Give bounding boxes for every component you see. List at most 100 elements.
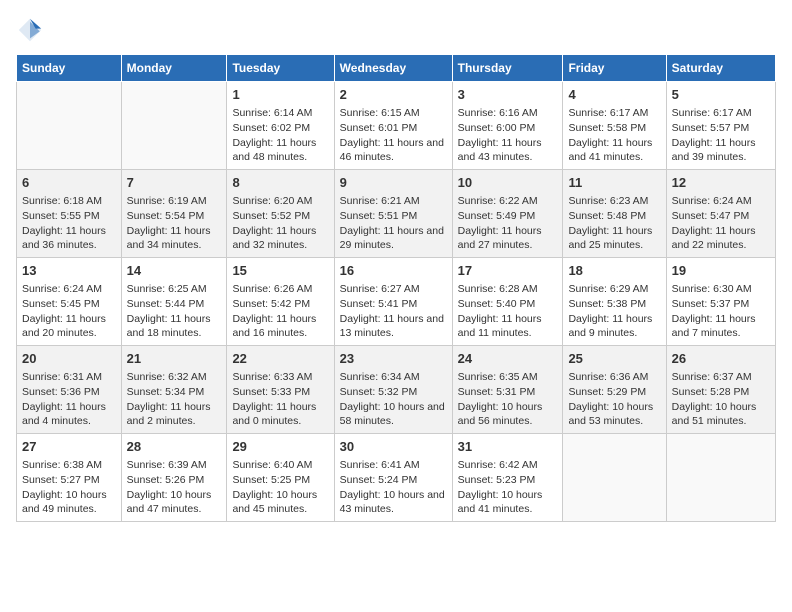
- day-number: 2: [340, 86, 447, 104]
- calendar-cell: 12 Sunrise: 6:24 AMSunset: 5:47 PMDayligh…: [666, 170, 775, 258]
- day-info: Sunrise: 6:27 AMSunset: 5:41 PMDaylight:…: [340, 283, 444, 339]
- col-header-thursday: Thursday: [452, 55, 563, 82]
- day-number: 20: [22, 350, 116, 368]
- day-info: Sunrise: 6:40 AMSunset: 5:25 PMDaylight:…: [232, 459, 317, 515]
- day-number: 24: [458, 350, 558, 368]
- calendar-cell: 2 Sunrise: 6:15 AMSunset: 6:01 PMDaylight…: [334, 82, 452, 170]
- calendar-cell: [666, 434, 775, 522]
- day-number: 7: [127, 174, 222, 192]
- calendar-cell: 25 Sunrise: 6:36 AMSunset: 5:29 PMDayligh…: [563, 346, 666, 434]
- calendar-cell: 16 Sunrise: 6:27 AMSunset: 5:41 PMDayligh…: [334, 258, 452, 346]
- page-header: [16, 16, 776, 44]
- calendar-week-3: 13 Sunrise: 6:24 AMSunset: 5:45 PMDayligh…: [17, 258, 776, 346]
- day-number: 8: [232, 174, 328, 192]
- day-info: Sunrise: 6:31 AMSunset: 5:36 PMDaylight:…: [22, 371, 106, 427]
- day-number: 28: [127, 438, 222, 456]
- calendar-week-4: 20 Sunrise: 6:31 AMSunset: 5:36 PMDayligh…: [17, 346, 776, 434]
- day-info: Sunrise: 6:17 AMSunset: 5:58 PMDaylight:…: [568, 107, 652, 163]
- calendar-cell: 15 Sunrise: 6:26 AMSunset: 5:42 PMDayligh…: [227, 258, 334, 346]
- day-info: Sunrise: 6:16 AMSunset: 6:00 PMDaylight:…: [458, 107, 542, 163]
- calendar-cell: 27 Sunrise: 6:38 AMSunset: 5:27 PMDayligh…: [17, 434, 122, 522]
- calendar-cell: 30 Sunrise: 6:41 AMSunset: 5:24 PMDayligh…: [334, 434, 452, 522]
- col-header-saturday: Saturday: [666, 55, 775, 82]
- calendar-table: SundayMondayTuesdayWednesdayThursdayFrid…: [16, 54, 776, 522]
- day-info: Sunrise: 6:15 AMSunset: 6:01 PMDaylight:…: [340, 107, 444, 163]
- calendar-cell: 6Sunrise: 6:18 AMSunset: 5:55 PMDaylight…: [17, 170, 122, 258]
- col-header-tuesday: Tuesday: [227, 55, 334, 82]
- calendar-cell: 14Sunrise: 6:25 AMSunset: 5:44 PMDayligh…: [121, 258, 227, 346]
- day-info: Sunrise: 6:26 AMSunset: 5:42 PMDaylight:…: [232, 283, 316, 339]
- day-info: Sunrise: 6:24 AMSunset: 5:47 PMDaylight:…: [672, 195, 756, 251]
- col-header-friday: Friday: [563, 55, 666, 82]
- day-info: Sunrise: 6:33 AMSunset: 5:33 PMDaylight:…: [232, 371, 316, 427]
- day-info: Sunrise: 6:36 AMSunset: 5:29 PMDaylight:…: [568, 371, 653, 427]
- day-number: 31: [458, 438, 558, 456]
- calendar-cell: 29 Sunrise: 6:40 AMSunset: 5:25 PMDayligh…: [227, 434, 334, 522]
- day-info: Sunrise: 6:18 AMSunset: 5:55 PMDaylight:…: [22, 195, 106, 251]
- day-number: 21: [127, 350, 222, 368]
- calendar-cell: 9 Sunrise: 6:21 AMSunset: 5:51 PMDaylight…: [334, 170, 452, 258]
- day-info: Sunrise: 6:34 AMSunset: 5:32 PMDaylight:…: [340, 371, 445, 427]
- calendar-cell: 17 Sunrise: 6:28 AMSunset: 5:40 PMDayligh…: [452, 258, 563, 346]
- logo-icon: [16, 16, 44, 44]
- calendar-cell: 10Sunrise: 6:22 AMSunset: 5:49 PMDayligh…: [452, 170, 563, 258]
- calendar-cell: 8 Sunrise: 6:20 AMSunset: 5:52 PMDaylight…: [227, 170, 334, 258]
- calendar-cell: 11 Sunrise: 6:23 AMSunset: 5:48 PMDayligh…: [563, 170, 666, 258]
- calendar-cell: 1 Sunrise: 6:14 AMSunset: 6:02 PMDaylight…: [227, 82, 334, 170]
- day-number: 9: [340, 174, 447, 192]
- day-number: 13: [22, 262, 116, 280]
- day-number: 25: [568, 350, 660, 368]
- day-info: Sunrise: 6:19 AMSunset: 5:54 PMDaylight:…: [127, 195, 211, 251]
- day-info: Sunrise: 6:28 AMSunset: 5:40 PMDaylight:…: [458, 283, 542, 339]
- calendar-cell: 21Sunrise: 6:32 AMSunset: 5:34 PMDayligh…: [121, 346, 227, 434]
- calendar-week-1: 1 Sunrise: 6:14 AMSunset: 6:02 PMDaylight…: [17, 82, 776, 170]
- logo: [16, 16, 48, 44]
- calendar-cell: 26 Sunrise: 6:37 AMSunset: 5:28 PMDayligh…: [666, 346, 775, 434]
- day-info: Sunrise: 6:39 AMSunset: 5:26 PMDaylight:…: [127, 459, 212, 515]
- calendar-cell: 4 Sunrise: 6:17 AMSunset: 5:58 PMDaylight…: [563, 82, 666, 170]
- calendar-cell: 13 Sunrise: 6:24 AMSunset: 5:45 PMDayligh…: [17, 258, 122, 346]
- day-number: 16: [340, 262, 447, 280]
- calendar-cell: [17, 82, 122, 170]
- calendar-cell: [121, 82, 227, 170]
- day-number: 10: [458, 174, 558, 192]
- calendar-week-5: 27 Sunrise: 6:38 AMSunset: 5:27 PMDayligh…: [17, 434, 776, 522]
- day-info: Sunrise: 6:24 AMSunset: 5:45 PMDaylight:…: [22, 283, 106, 339]
- day-number: 3: [458, 86, 558, 104]
- day-number: 30: [340, 438, 447, 456]
- day-number: 4: [568, 86, 660, 104]
- day-number: 1: [232, 86, 328, 104]
- day-number: 23: [340, 350, 447, 368]
- day-info: Sunrise: 6:14 AMSunset: 6:02 PMDaylight:…: [232, 107, 316, 163]
- day-number: 11: [568, 174, 660, 192]
- calendar-week-2: 6Sunrise: 6:18 AMSunset: 5:55 PMDaylight…: [17, 170, 776, 258]
- day-number: 22: [232, 350, 328, 368]
- day-info: Sunrise: 6:41 AMSunset: 5:24 PMDaylight:…: [340, 459, 445, 515]
- calendar-cell: 23 Sunrise: 6:34 AMSunset: 5:32 PMDayligh…: [334, 346, 452, 434]
- day-info: Sunrise: 6:35 AMSunset: 5:31 PMDaylight:…: [458, 371, 543, 427]
- day-info: Sunrise: 6:23 AMSunset: 5:48 PMDaylight:…: [568, 195, 652, 251]
- calendar-cell: 18Sunrise: 6:29 AMSunset: 5:38 PMDayligh…: [563, 258, 666, 346]
- day-number: 26: [672, 350, 770, 368]
- calendar-cell: 5Sunrise: 6:17 AMSunset: 5:57 PMDaylight…: [666, 82, 775, 170]
- day-info: Sunrise: 6:42 AMSunset: 5:23 PMDaylight:…: [458, 459, 543, 515]
- calendar-cell: 24 Sunrise: 6:35 AMSunset: 5:31 PMDayligh…: [452, 346, 563, 434]
- header-row: SundayMondayTuesdayWednesdayThursdayFrid…: [17, 55, 776, 82]
- calendar-cell: 28 Sunrise: 6:39 AMSunset: 5:26 PMDayligh…: [121, 434, 227, 522]
- calendar-cell: 22 Sunrise: 6:33 AMSunset: 5:33 PMDayligh…: [227, 346, 334, 434]
- col-header-sunday: Sunday: [17, 55, 122, 82]
- day-number: 17: [458, 262, 558, 280]
- calendar-cell: 20 Sunrise: 6:31 AMSunset: 5:36 PMDayligh…: [17, 346, 122, 434]
- day-info: Sunrise: 6:38 AMSunset: 5:27 PMDaylight:…: [22, 459, 107, 515]
- day-info: Sunrise: 6:30 AMSunset: 5:37 PMDaylight:…: [672, 283, 756, 339]
- day-info: Sunrise: 6:20 AMSunset: 5:52 PMDaylight:…: [232, 195, 316, 251]
- day-info: Sunrise: 6:25 AMSunset: 5:44 PMDaylight:…: [127, 283, 211, 339]
- calendar-cell: 3 Sunrise: 6:16 AMSunset: 6:00 PMDaylight…: [452, 82, 563, 170]
- day-info: Sunrise: 6:21 AMSunset: 5:51 PMDaylight:…: [340, 195, 444, 251]
- day-number: 29: [232, 438, 328, 456]
- calendar-cell: 19Sunrise: 6:30 AMSunset: 5:37 PMDayligh…: [666, 258, 775, 346]
- day-info: Sunrise: 6:37 AMSunset: 5:28 PMDaylight:…: [672, 371, 757, 427]
- day-number: 12: [672, 174, 770, 192]
- day-number: 27: [22, 438, 116, 456]
- day-number: 15: [232, 262, 328, 280]
